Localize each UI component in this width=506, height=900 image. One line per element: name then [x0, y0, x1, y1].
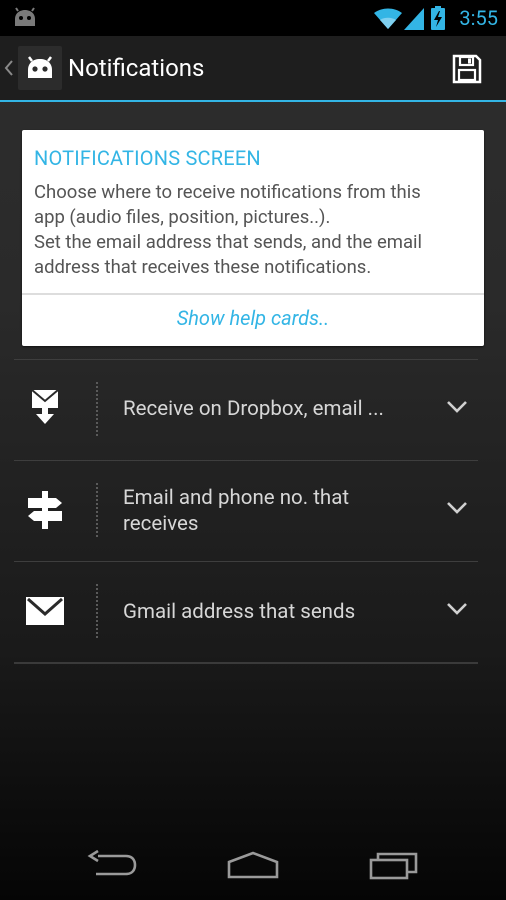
action-bar: Notifications [0, 36, 506, 102]
chevron-down-icon[interactable] [446, 501, 468, 515]
up-navigation[interactable] [0, 36, 64, 100]
list-bottom-divider [14, 662, 478, 664]
recent-apps-icon[interactable] [368, 850, 420, 880]
setting-label: Receive on Dropbox, email ... [123, 397, 384, 421]
setting-row-gmail-sends[interactable]: Gmail address that sends [14, 561, 478, 662]
row-divider [96, 483, 98, 537]
setting-label: Email and phone no. that receives [123, 485, 349, 537]
help-card-divider [22, 293, 484, 295]
navigation-bar [0, 830, 506, 900]
signal-icon [404, 8, 424, 30]
page-title: Notifications [68, 54, 205, 82]
setting-label: Gmail address that sends [123, 600, 356, 624]
back-chevron-icon [4, 60, 13, 76]
back-nav-icon[interactable] [86, 850, 138, 880]
help-card: NOTIFICATIONS SCREEN Choose where to rec… [22, 130, 484, 346]
chevron-down-icon[interactable] [446, 602, 468, 616]
show-help-cards-link[interactable]: Show help cards.. [22, 306, 484, 330]
android-icon [15, 7, 35, 26]
wifi-icon [374, 8, 402, 29]
status-time: 3:55 [459, 6, 498, 30]
row-divider [96, 382, 98, 436]
row-divider [96, 584, 98, 638]
home-nav-icon[interactable] [226, 850, 280, 880]
app-screen: 3:55 Notifications NOTIFICATIONS SCREEN … [0, 0, 506, 900]
help-card-line: Set the email address that sends, and th… [34, 231, 423, 253]
help-card-body: Choose where to receive notifications fr… [34, 180, 484, 280]
gmail-envelope-icon [26, 597, 64, 625]
setting-row-email-phone-receives[interactable]: Email and phone no. that receives [14, 460, 478, 561]
battery-charging-icon [431, 6, 445, 30]
setting-label-line: receives [123, 512, 199, 536]
chevron-down-icon[interactable] [446, 400, 468, 414]
setting-label-line: Email and phone no. that [123, 486, 350, 510]
help-card-heading: NOTIFICATIONS SCREEN [34, 146, 261, 170]
save-button[interactable] [444, 48, 488, 88]
setting-row-receive-on[interactable]: Receive on Dropbox, email ... [14, 359, 478, 460]
help-card-line: app (audio files, position, pictures..). [34, 206, 331, 228]
mail-download-icon [31, 389, 59, 424]
status-bar: 3:55 [0, 0, 506, 36]
save-floppy-icon [452, 54, 482, 84]
help-card-line: Choose where to receive notifications fr… [34, 181, 421, 203]
help-card-line: address that receives these notification… [34, 256, 372, 278]
android-app-icon [18, 46, 62, 90]
signpost-icon [28, 491, 62, 529]
